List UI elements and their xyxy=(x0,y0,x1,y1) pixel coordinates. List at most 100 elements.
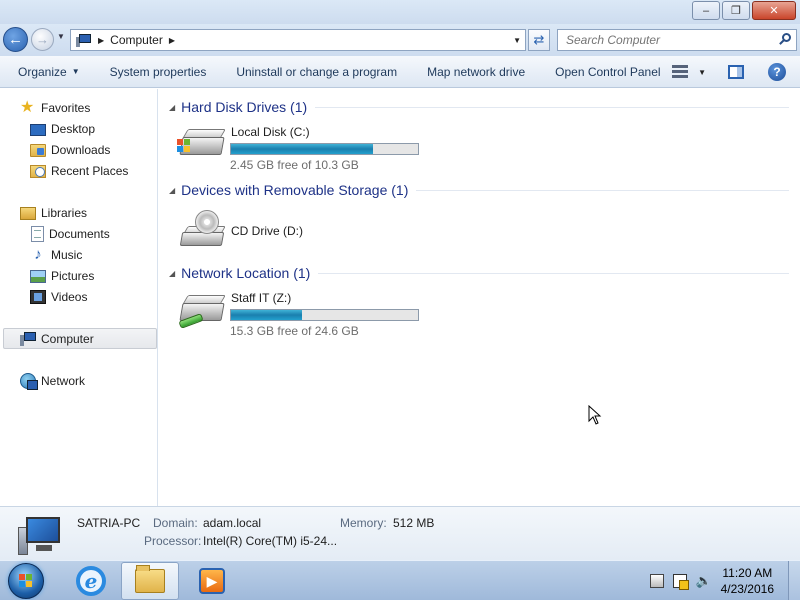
drive-free-space: 2.45 GB free of 10.3 GB xyxy=(230,158,359,172)
memory-value: 512 MB xyxy=(393,516,435,530)
group-header-network-location[interactable]: ◢ Network Location (1) xyxy=(169,263,789,283)
videos-icon xyxy=(30,290,46,304)
memory-label: Memory: xyxy=(340,516,387,530)
minimize-button[interactable]: – xyxy=(692,1,720,20)
show-desktop-button[interactable] xyxy=(788,561,800,600)
open-control-panel-button[interactable]: Open Control Panel xyxy=(540,56,675,87)
volume-speaker-icon[interactable]: 🔈 xyxy=(696,574,712,588)
navigation-pane: ★ Favorites Desktop Downloads Recent Plac… xyxy=(0,89,158,506)
refresh-button[interactable]: ⇄ xyxy=(528,29,550,51)
taskbar-windows-explorer[interactable] xyxy=(121,562,179,600)
nav-item-favorites[interactable]: ★ Favorites xyxy=(20,97,90,118)
documents-icon xyxy=(31,225,44,242)
help-icon[interactable]: ? xyxy=(768,63,786,81)
search-input[interactable] xyxy=(558,30,758,50)
view-options-dropdown-icon[interactable]: ▼ xyxy=(698,68,706,77)
drive-name: CD Drive (D:) xyxy=(231,224,303,238)
nav-item-documents[interactable]: Documents xyxy=(30,223,110,244)
mouse-cursor-icon xyxy=(588,404,602,428)
cd-drive-icon xyxy=(177,210,226,246)
network-tray-icon[interactable] xyxy=(649,574,664,588)
breadcrumb-computer[interactable]: Computer xyxy=(110,33,163,47)
group-header-removable-storage[interactable]: ◢ Devices with Removable Storage (1) xyxy=(169,180,789,200)
music-note-icon: ♪ xyxy=(34,245,42,263)
star-icon: ★ xyxy=(20,98,35,116)
computer-name: SATRIA-PC xyxy=(77,516,141,530)
forward-button[interactable]: → xyxy=(31,28,54,51)
address-row: ← → ▼ ▶ Computer ▶ ▼ ⇄ xyxy=(0,24,800,56)
nav-label: Recent Places xyxy=(51,163,129,178)
change-view-icon[interactable] xyxy=(672,65,689,79)
group-title: Network Location (1) xyxy=(181,265,311,281)
close-button[interactable]: ✕ xyxy=(752,1,796,20)
computer-large-icon xyxy=(18,517,62,555)
system-properties-button[interactable]: System properties xyxy=(95,56,222,87)
windows-logo-icon xyxy=(19,574,33,588)
nav-label: Videos xyxy=(51,289,88,304)
group-header-hard-disk-drives[interactable]: ◢ Hard Disk Drives (1) xyxy=(169,97,789,117)
taskbar-media-player[interactable]: ▶ xyxy=(183,562,241,600)
nav-item-downloads[interactable]: Downloads xyxy=(30,139,110,160)
drive-item-local-disk-c[interactable]: Local Disk (C:) 2.45 GB free of 10.3 GB xyxy=(177,119,437,172)
collapse-triangle-icon[interactable]: ◢ xyxy=(169,269,175,278)
domain-value: adam.local xyxy=(203,516,262,530)
taskbar: e ▶ 🔈 11:20 AM 4/23/2016 xyxy=(0,560,800,600)
maximize-button[interactable]: ❐ xyxy=(722,1,750,20)
group-divider xyxy=(315,106,789,108)
nav-item-desktop[interactable]: Desktop xyxy=(30,118,95,139)
back-button[interactable]: ← xyxy=(3,27,28,52)
nav-item-computer[interactable]: Computer xyxy=(3,328,157,349)
nav-item-music[interactable]: ♪ Music xyxy=(30,244,82,265)
search-box[interactable] xyxy=(557,29,797,51)
command-bar: Organize ▼ System properties Uninstall or… xyxy=(0,56,800,88)
drive-usage-bar xyxy=(230,309,419,321)
drive-name: Local Disk (C:) xyxy=(231,125,310,139)
window-controls: – ❐ ✕ xyxy=(690,1,796,20)
network-icon xyxy=(20,372,38,390)
group-title: Hard Disk Drives (1) xyxy=(181,99,308,115)
collapse-triangle-icon[interactable]: ◢ xyxy=(169,103,175,112)
preview-pane-icon[interactable] xyxy=(728,65,744,79)
clock[interactable]: 11:20 AM 4/23/2016 xyxy=(721,565,774,597)
recent-pages-dropdown[interactable]: ▼ xyxy=(57,32,65,41)
map-network-drive-button[interactable]: Map network drive xyxy=(412,56,540,87)
title-bar: – ❐ ✕ xyxy=(0,0,800,24)
drive-item-staff-it-z[interactable]: Staff IT (Z:) 15.3 GB free of 24.6 GB xyxy=(177,285,437,338)
taskbar-internet-explorer[interactable]: e xyxy=(62,562,120,600)
nav-item-libraries[interactable]: Libraries xyxy=(20,202,87,223)
internet-explorer-icon: e xyxy=(76,566,106,596)
libraries-icon xyxy=(20,207,36,220)
address-dropdown-icon[interactable]: ▼ xyxy=(513,36,521,45)
nav-label: Documents xyxy=(49,226,110,241)
nav-item-videos[interactable]: Videos xyxy=(30,286,87,307)
recent-places-icon xyxy=(30,165,46,178)
nav-label: Network xyxy=(41,373,86,388)
action-center-flag-icon[interactable] xyxy=(672,574,689,590)
group-title: Devices with Removable Storage (1) xyxy=(181,182,409,198)
breadcrumb-arrow-icon[interactable]: ▶ xyxy=(98,36,104,45)
nav-item-pictures[interactable]: Pictures xyxy=(30,265,94,286)
breadcrumb-arrow-icon[interactable]: ▶ xyxy=(169,36,175,45)
processor-value: Intel(R) Core(TM) i5-24... xyxy=(203,534,338,548)
collapse-triangle-icon[interactable]: ◢ xyxy=(169,186,175,195)
forward-arrow-icon: → xyxy=(36,32,49,47)
back-arrow-icon: ← xyxy=(8,31,23,48)
chevron-down-icon: ▼ xyxy=(71,67,80,76)
drive-item-cd-drive-d[interactable]: CD Drive (D:) xyxy=(177,204,377,254)
drive-usage-fill xyxy=(231,310,302,320)
address-bar[interactable]: ▶ Computer ▶ ▼ xyxy=(70,29,526,51)
nav-item-recent-places[interactable]: Recent Places xyxy=(30,160,128,181)
group-divider xyxy=(318,272,789,274)
search-icon[interactable] xyxy=(778,33,792,47)
media-player-icon: ▶ xyxy=(199,568,225,594)
drive-name: Staff IT (Z:) xyxy=(231,291,292,305)
uninstall-program-button[interactable]: Uninstall or change a program xyxy=(221,56,412,87)
drive-free-space: 15.3 GB free of 24.6 GB xyxy=(230,324,359,338)
organize-menu[interactable]: Organize ▼ xyxy=(0,56,95,87)
start-button[interactable] xyxy=(8,563,44,599)
nav-item-network[interactable]: Network xyxy=(20,370,85,391)
nav-label: Computer xyxy=(41,331,94,346)
network-drive-icon xyxy=(177,291,226,329)
downloads-folder-icon xyxy=(30,144,46,157)
nav-label: Pictures xyxy=(51,268,95,283)
